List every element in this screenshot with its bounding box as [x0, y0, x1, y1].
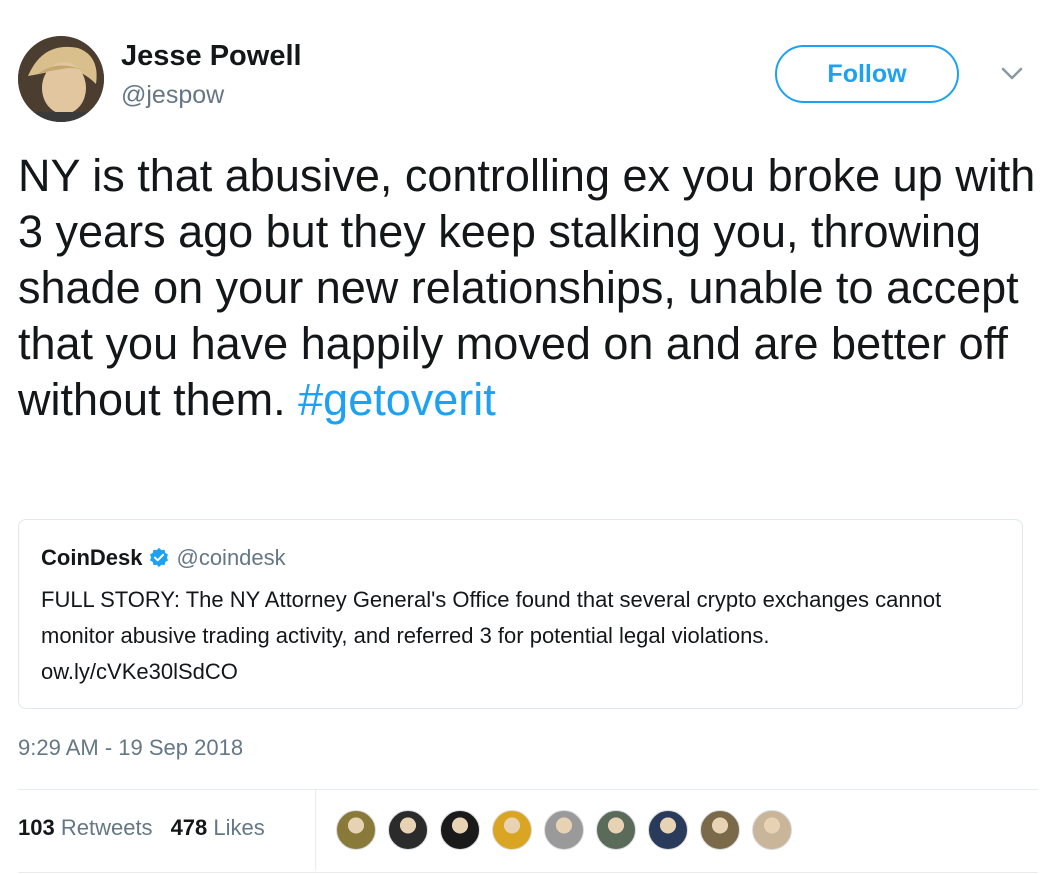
likes-stat[interactable]: 478 Likes [171, 815, 265, 841]
tweet-text: NY is that abusive, controlling ex you b… [18, 148, 1038, 428]
liker-avatar-icon[interactable] [336, 810, 376, 850]
user-avatar-icon [18, 36, 104, 122]
likes-label: Likes [213, 815, 265, 840]
liker-avatar-icon[interactable] [544, 810, 584, 850]
liker-avatar-icon[interactable] [752, 810, 792, 850]
quoted-tweet[interactable]: CoinDesk @coindesk FULL STORY: The NY At… [18, 519, 1023, 709]
quoted-tweet-body: FULL STORY: The NY Attorney General's Of… [41, 582, 1011, 690]
quoted-author-name: CoinDesk [41, 545, 143, 570]
likes-count: 478 [170, 815, 208, 840]
quoted-author-handle: @coindesk [176, 545, 286, 570]
author-name[interactable]: Jesse Powell [121, 40, 302, 73]
liker-avatar-icon[interactable] [388, 810, 428, 850]
tweet-header: Jesse Powell @jespow Follow [18, 36, 1038, 126]
verified-badge-icon [150, 547, 169, 567]
quoted-tweet-header: CoinDesk @coindesk [41, 545, 286, 571]
stats-separator [315, 790, 316, 870]
liker-avatars [336, 810, 804, 850]
follow-button[interactable]: Follow [775, 45, 959, 103]
retweets-stat[interactable]: 103 Retweets [18, 815, 153, 841]
liker-avatar-icon[interactable] [596, 810, 636, 850]
liker-avatar-icon[interactable] [440, 810, 480, 850]
author-avatar[interactable] [18, 36, 104, 122]
liker-avatar-icon[interactable] [492, 810, 532, 850]
tweet-body: NY is that abusive, controlling ex you b… [18, 150, 1036, 425]
retweets-label: Retweets [60, 815, 153, 840]
quoted-tweet-text: FULL STORY: The NY Attorney General's Of… [41, 587, 942, 648]
retweets-count: 103 [18, 815, 55, 840]
tweet-stats: 103 Retweets 478 Likes [18, 815, 265, 841]
liker-avatar-icon[interactable] [648, 810, 688, 850]
chevron-down-icon[interactable] [1000, 66, 1024, 82]
author-handle[interactable]: @jespow [121, 81, 224, 110]
hashtag-link[interactable]: #getoverit [298, 374, 496, 425]
liker-avatar-icon[interactable] [700, 810, 740, 850]
tweet-timestamp[interactable]: 9:29 AM - 19 Sep 2018 [18, 735, 243, 761]
stats-divider-bottom [18, 872, 1038, 873]
quoted-tweet-link[interactable]: ow.ly/cVKe30lSdCO [41, 659, 238, 684]
stats-divider-top [18, 789, 1038, 790]
